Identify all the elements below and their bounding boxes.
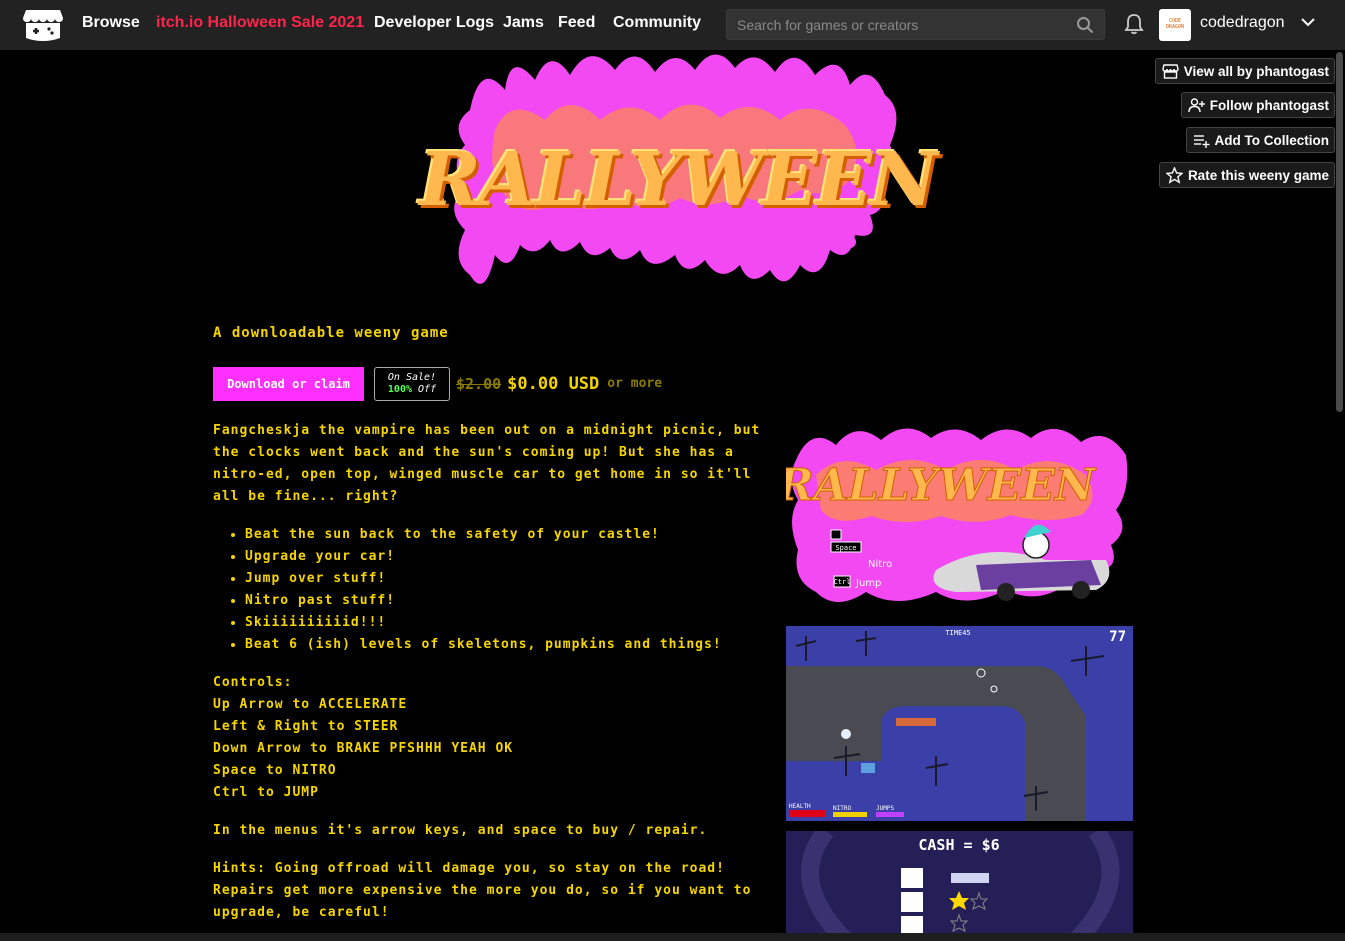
top-nav: Browse itch.io Halloween Sale 2021 Devel…	[0, 0, 1345, 50]
rate-label: Rate this weeny game	[1187, 167, 1329, 183]
download-button[interactable]: Download or claim	[213, 366, 364, 401]
screenshot-upgrade-shop[interactable]: CASH = $6	[786, 831, 1133, 941]
search-input[interactable]	[727, 10, 1077, 39]
sale-badge: On Sale! 100% Off	[374, 366, 450, 401]
hints-paragraph: Hints: Going offroad will damage you, so…	[213, 861, 752, 920]
controls-line: Controls:	[213, 675, 293, 690]
health-label: HEALTH	[789, 803, 811, 810]
list-item: Beat 6 (ish) levels of skeletons, pumpki…	[245, 634, 768, 656]
nav-developer-logs[interactable]: Developer Logs	[374, 14, 494, 32]
timer-label: TIME45	[945, 629, 970, 637]
menus-paragraph: In the menus it's arrow keys, and space …	[213, 823, 708, 838]
or-more-label: or more	[607, 376, 663, 391]
counter-label: 77	[1109, 629, 1126, 645]
intro-paragraph: Fangcheskja the vampire has been out on …	[213, 423, 761, 504]
title-art-text: RALLYWEEN	[786, 460, 1097, 511]
banner-title: RALLYWEEN	[419, 137, 938, 223]
follow-button[interactable]: Follow phantogast	[1180, 92, 1335, 118]
list-item: Jump over stuff!	[245, 568, 768, 590]
buy-row: Download or claim On Sale! 100% Off $2.0…	[213, 366, 662, 401]
sale-percent: 100%	[387, 383, 412, 395]
vertical-scrollbar[interactable]	[1336, 52, 1343, 412]
sale-price: $0.00 USD	[507, 373, 600, 394]
add-user-icon	[1188, 97, 1205, 112]
username[interactable]: codedragon	[1200, 14, 1285, 32]
nav-community[interactable]: Community	[613, 14, 701, 32]
feature-list: Beat the sun back to the safety of your …	[213, 524, 768, 656]
list-item: Skiiiiiiiiiid!!!	[245, 612, 768, 634]
title-art: RALLYWEEN Space Nitro Ctrl Jump	[786, 428, 1128, 602]
label-nitro: Nitro	[868, 559, 892, 570]
label-jump: Jump	[855, 578, 881, 589]
controls-block: Controls: Up Arrow to ACCELERATE Left & …	[213, 672, 768, 804]
horizontal-scrollbar[interactable]	[0, 933, 1345, 941]
playlist-add-icon	[1193, 134, 1209, 148]
list-item: Beat the sun back to the safety of your …	[245, 524, 768, 546]
follow-label: Follow phantogast	[1209, 97, 1329, 113]
shop-art: CASH = $6	[786, 831, 1133, 941]
controls-line: Left & Right to STEER	[213, 719, 399, 734]
controls-line: Space to NITRO	[213, 763, 337, 778]
jumps-label: JUMPS	[876, 805, 894, 812]
cash-label: CASH = $6	[918, 836, 999, 854]
view-all-label: View all by phantogast	[1183, 63, 1329, 79]
add-to-collection-button[interactable]: Add To Collection	[1185, 127, 1335, 153]
list-item: Nitro past stuff!	[245, 590, 768, 612]
sale-off: Off	[418, 383, 437, 395]
add-to-collection-label: Add To Collection	[1214, 132, 1330, 148]
search-box	[726, 9, 1105, 40]
controls-line: Down Arrow to BRAKE PFSHHH YEAH OK	[213, 741, 514, 756]
nav-jams[interactable]: Jams	[503, 14, 544, 32]
original-price: $2.00	[456, 374, 502, 393]
screenshot-title-art[interactable]: RALLYWEEN Space Nitro Ctrl Jump	[786, 420, 1133, 613]
controls-line: Ctrl to JUMP	[213, 785, 319, 800]
key-space: Space	[835, 544, 856, 552]
screenshot-gameplay[interactable]: TIME45 77 HEALTH NITRO JUMPS	[786, 626, 1133, 821]
itchio-logo-icon[interactable]	[22, 8, 64, 42]
avatar[interactable]: CODE DRAGON	[1159, 9, 1191, 41]
game-description: Fangcheskja the vampire has been out on …	[213, 420, 768, 940]
view-all-button[interactable]: View all by phantogast	[1154, 58, 1335, 84]
list-item: Upgrade your car!	[245, 546, 768, 568]
search-icon[interactable]	[1076, 16, 1094, 34]
bell-icon[interactable]	[1124, 13, 1144, 35]
controls-line: Up Arrow to ACCELERATE	[213, 697, 408, 712]
nitro-label: NITRO	[833, 805, 851, 812]
nav-feed[interactable]: Feed	[558, 14, 595, 32]
gameplay-art: TIME45 77 HEALTH NITRO JUMPS	[786, 626, 1133, 821]
game-tagline: A downloadable weeny game	[213, 325, 449, 341]
nav-halloween-sale[interactable]: itch.io Halloween Sale 2021	[156, 14, 364, 32]
chevron-down-icon[interactable]	[1300, 16, 1316, 28]
avatar-text: CODE DRAGON	[1165, 18, 1185, 30]
game-banner: RALLYWEEN	[419, 50, 938, 310]
key-ctrl: Ctrl	[834, 578, 851, 586]
nav-browse[interactable]: Browse	[82, 14, 140, 32]
store-icon	[1162, 63, 1179, 79]
sale-badge-line1: On Sale!	[387, 371, 437, 383]
rate-button[interactable]: Rate this weeny game	[1158, 162, 1335, 188]
star-icon	[1165, 166, 1183, 184]
